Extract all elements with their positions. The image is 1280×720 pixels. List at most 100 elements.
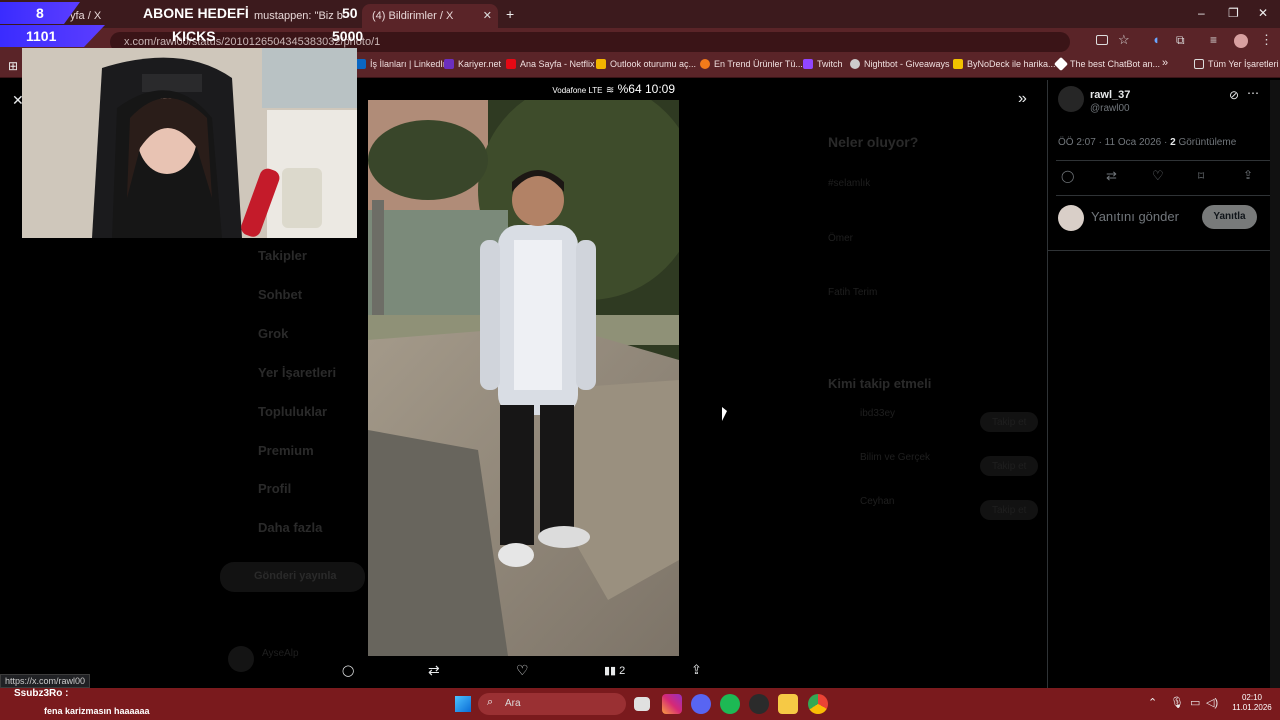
link-status-tooltip: https://x.com/rawl00 [0, 674, 91, 688]
kicks-title: KICKS [172, 28, 216, 44]
bookmark-kariyer[interactable]: Kariyer.net [444, 59, 501, 69]
sub-goal-target: 50 [342, 5, 358, 21]
linkedin-icon [356, 59, 366, 69]
reply-icon[interactable]: ◯ [1061, 169, 1074, 183]
twitch-icon [803, 59, 813, 69]
trend-item: Ömer [828, 233, 853, 244]
bookmark-bynodeck[interactable]: ByNoDeck ile harika... [953, 59, 1056, 69]
kariyer-icon [444, 59, 454, 69]
collapse-panel-icon[interactable]: » [1018, 90, 1027, 108]
task-view-icon[interactable] [634, 697, 650, 711]
view-label: Görüntüleme [1178, 137, 1237, 148]
like-icon[interactable]: ♡ [1152, 168, 1164, 184]
extensions-icon[interactable]: ⧉ [1176, 33, 1185, 48]
author-avatar[interactable] [1058, 86, 1084, 112]
all-bookmarks-folder[interactable]: Tüm Yer İşaretleri [1194, 59, 1279, 69]
taskbar-search[interactable]: ⌕ Ara [478, 693, 626, 715]
reply-button[interactable]: Yanıtla [1202, 205, 1257, 229]
share-icon[interactable]: ⇪ [691, 662, 702, 678]
nightbot-icon [850, 59, 860, 69]
obs-icon[interactable] [749, 694, 769, 714]
bynodeck-icon [953, 59, 963, 69]
who-to-follow-title: Kimi takip etmeli [828, 376, 932, 391]
follow-button: Takip et [980, 500, 1038, 520]
carrier-label: Vodafone LTE [552, 86, 603, 95]
follow-label: Takip et [992, 505, 1027, 516]
trendyol-icon [700, 59, 710, 69]
new-tab-button[interactable]: + [506, 6, 514, 22]
windows-start-icon[interactable] [455, 696, 471, 712]
wifi-icon: ≋ [605, 85, 615, 96]
extension-audio-icon[interactable]: ◖ [1152, 32, 1160, 47]
like-icon[interactable]: ♡ [516, 662, 529, 679]
close-window-button[interactable]: ✕ [1258, 6, 1268, 20]
trend-item: #selamlık [828, 178, 871, 189]
tab-notifications[interactable]: (4) Bildirimler / X ✕ [362, 4, 498, 28]
file-explorer-icon[interactable] [778, 694, 798, 714]
bookmark-linkedin[interactable]: İş İlanları | LinkedIn [356, 59, 448, 69]
repost-icon[interactable]: ⇄ [1106, 168, 1117, 184]
profile-avatar-icon[interactable] [1234, 34, 1248, 48]
divider [1056, 195, 1270, 196]
minimize-button[interactable]: – [1198, 6, 1205, 20]
photo-phone-status-bar: Vodafone LTE ≋ %64 10:09 [368, 82, 679, 100]
nav-bookmarks: Yer İşaretleri [258, 365, 337, 380]
bookmark-label: En Trend Ürünler Tü... [714, 59, 803, 69]
bookmark-netflix[interactable]: Ana Sayfa - Netflix [506, 59, 595, 69]
apps-grid-icon[interactable]: ⊞ [8, 59, 18, 73]
maximize-button[interactable]: ❐ [1228, 6, 1239, 20]
taskbar-clock[interactable]: 02:10 11.01.2026 [1228, 693, 1276, 713]
views-count: 2 [619, 665, 626, 677]
reply-icon[interactable]: ◯ [342, 664, 354, 677]
view-count: 2 [1170, 137, 1176, 148]
discord-icon[interactable] [691, 694, 711, 714]
grok-icon[interactable]: ⊘ [1229, 88, 1239, 102]
phone-time: 10:09 [644, 82, 675, 96]
tweet-photo[interactable] [368, 100, 679, 656]
panel-scrollbar[interactable] [1270, 80, 1280, 688]
bookmark-trendyol[interactable]: En Trend Ürünler Tü... [700, 59, 803, 69]
bookmark-icon[interactable]: ⌑ [1198, 169, 1204, 183]
microphone-icon[interactable]: 🎙 [1170, 696, 1184, 709]
share-icon[interactable]: ⇪ [1243, 168, 1253, 182]
bookmark-star-icon[interactable]: ☆ [1118, 32, 1130, 48]
bookmarks-more-button[interactable]: » [1162, 57, 1168, 69]
search-placeholder: Ara [505, 698, 521, 709]
spotify-icon[interactable] [720, 694, 740, 714]
sub-goal-title: ABONE HEDEFİ [143, 5, 249, 21]
more-options-icon[interactable]: ⋯ [1247, 86, 1259, 100]
author-name[interactable]: rawl_37 [1090, 89, 1130, 101]
account-name: AyseAlp [262, 648, 299, 659]
browser-menu-icon[interactable]: ⋮ [1260, 32, 1273, 48]
bookmark-label: Ana Sayfa - Netflix [520, 59, 595, 69]
clock-time: 02:10 [1241, 693, 1263, 702]
chrome-icon[interactable] [808, 694, 828, 714]
tab-label: (4) Bildirimler / X [372, 10, 454, 22]
display-icon[interactable]: ▭ [1190, 696, 1200, 709]
bookmark-twitch[interactable]: Twitch [803, 59, 843, 69]
timestamp-text: ÖÖ 2:07 · 11 Oca 2026 [1058, 137, 1162, 148]
nav-grok: Grok [258, 326, 289, 341]
follow-button: Takip et [980, 456, 1038, 476]
reading-list-icon[interactable]: ≡ [1210, 33, 1217, 47]
bookmark-label: Tüm Yer İşaretleri [1208, 59, 1279, 69]
nav-more: Daha fazla [258, 520, 323, 535]
close-tab-icon[interactable]: ✕ [483, 9, 492, 22]
install-app-icon[interactable] [1096, 35, 1108, 45]
instagram-icon[interactable] [662, 694, 682, 714]
follow-label: Takip et [992, 417, 1027, 428]
reply-input[interactable]: Yanıtını gönder [1091, 209, 1179, 224]
tab-mustappen[interactable]: mustappen: "Biz bu [244, 4, 344, 28]
repost-icon[interactable]: ⇄ [428, 662, 440, 679]
volume-icon[interactable]: ◁) [1206, 696, 1218, 709]
bookmark-label: The best ChatBot an... [1070, 59, 1161, 69]
tab-label: yfa / X [70, 10, 102, 22]
bookmark-outlook[interactable]: Outlook oturumu aç... [596, 59, 696, 69]
tray-chevron-icon[interactable]: ⌃ [1148, 696, 1157, 709]
bookmark-nightbot[interactable]: Nightbot - Giveaways [850, 59, 950, 69]
views-stat[interactable]: ▮▮ 2 [604, 664, 625, 677]
author-handle[interactable]: @rawl00 [1090, 103, 1130, 114]
bookmark-chatbot[interactable]: The best ChatBot an... [1053, 56, 1161, 72]
search-icon: ⌕ [487, 696, 494, 708]
bookmark-label: Twitch [817, 59, 843, 69]
